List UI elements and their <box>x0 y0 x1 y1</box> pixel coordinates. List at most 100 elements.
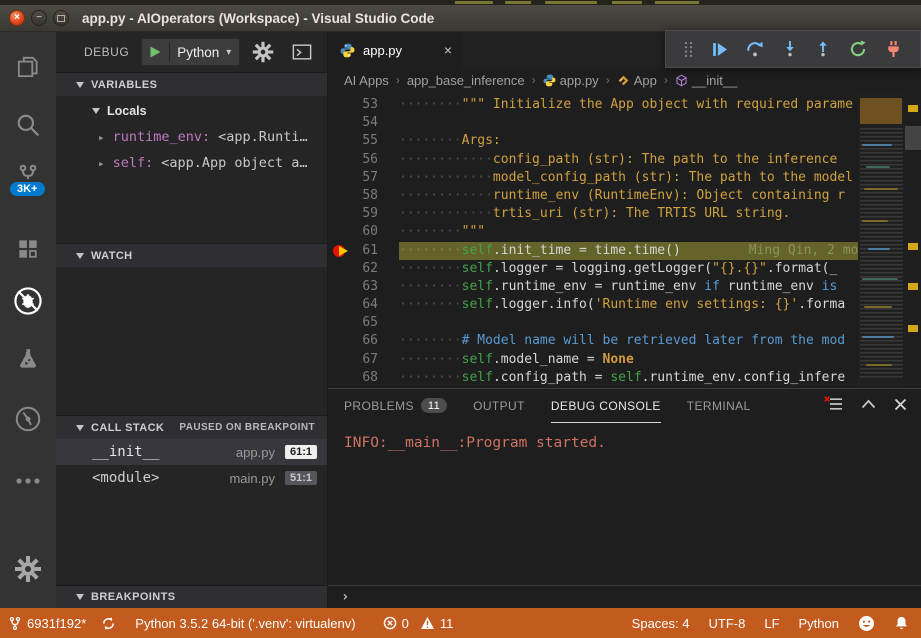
variable-row[interactable]: ▸self:<app.App object a… <box>56 150 327 176</box>
debug-console-input[interactable]: › <box>328 585 921 608</box>
stack-frame-row[interactable]: __init__app.py61:1 <box>56 439 327 465</box>
line-number[interactable]: 58 <box>328 187 399 205</box>
sync-item[interactable] <box>101 616 116 631</box>
feedback-smiley-icon[interactable] <box>858 615 875 632</box>
line-number[interactable]: 60 <box>328 223 399 241</box>
close-panel-icon[interactable] <box>894 398 907 411</box>
code-line[interactable]: 56············config_path (str): The pat… <box>328 151 858 169</box>
language-mode-item[interactable]: Python <box>799 616 839 631</box>
overview-ruler[interactable] <box>905 92 921 388</box>
tab-debug-console[interactable]: DEBUG CONSOLE <box>551 389 661 423</box>
explorer-icon[interactable] <box>0 46 56 88</box>
code-line[interactable]: 55········Args: <box>328 132 858 150</box>
breadcrumb-method[interactable]: __init__ <box>675 73 738 88</box>
tab-terminal[interactable]: TERMINAL <box>687 389 751 423</box>
maximize-window-icon[interactable] <box>53 10 69 26</box>
variable-row[interactable]: ▸runtime_env:<app.Runti… <box>56 124 327 150</box>
debug-icon[interactable] <box>0 280 56 322</box>
whitespace-dots: ············ <box>399 151 493 169</box>
code-token: self <box>462 296 493 314</box>
expand-icon[interactable]: ▸ <box>98 157 105 170</box>
locals-scope-row[interactable]: Locals <box>56 98 327 124</box>
notifications-bell-icon[interactable] <box>894 615 909 631</box>
disconnect-icon[interactable] <box>885 41 902 58</box>
breadcrumb-class[interactable]: App <box>617 73 657 88</box>
line-number[interactable]: 62 <box>328 260 399 278</box>
breakpoints-section-header[interactable]: BREAKPOINTS <box>56 585 327 608</box>
tab-app-py[interactable]: app.py × <box>328 32 462 68</box>
tab-close-icon[interactable]: × <box>444 42 452 58</box>
continue-icon[interactable] <box>711 41 728 58</box>
code-line[interactable]: 66········# Model name will be retrieved… <box>328 332 858 350</box>
line-number[interactable]: 64 <box>328 296 399 314</box>
code-line[interactable]: 60········""" <box>328 223 858 241</box>
stack-frame-row[interactable]: <module>main.py51:1 <box>56 465 327 491</box>
step-out-icon[interactable] <box>815 40 831 58</box>
scrollbar-thumb[interactable] <box>905 126 921 150</box>
code-line[interactable]: 57············model_config_path (str): T… <box>328 169 858 187</box>
chevron-right-icon: › <box>532 73 536 87</box>
code-line[interactable]: 68········self.config_path = self.runtim… <box>328 369 858 387</box>
code-token: is <box>822 278 838 296</box>
encoding-item[interactable]: UTF-8 <box>709 616 746 631</box>
watch-section-header[interactable]: WATCH <box>56 243 327 267</box>
step-into-icon[interactable] <box>782 40 798 58</box>
code-line[interactable]: 67········self.model_name = None <box>328 351 858 369</box>
timer-extension-icon[interactable] <box>0 398 56 440</box>
errors-warnings-item[interactable]: 0 11 <box>383 616 454 631</box>
settings-gear-icon[interactable] <box>0 548 56 590</box>
frame-position-badge: 51:1 <box>285 471 317 485</box>
test-beaker-icon[interactable] <box>0 338 56 380</box>
maximize-panel-icon[interactable] <box>861 399 876 409</box>
eol-item[interactable]: LF <box>764 616 779 631</box>
tab-problems[interactable]: PROBLEMS 11 <box>344 389 447 423</box>
debug-console-toggle-icon[interactable] <box>292 43 312 61</box>
git-branch-item[interactable]: 6931f192* <box>8 616 86 631</box>
close-window-icon[interactable]: × <box>9 10 25 26</box>
line-number[interactable]: 59 <box>328 205 399 223</box>
breadcrumb-folder[interactable]: AI Apps <box>344 73 389 88</box>
line-number[interactable]: 54 <box>328 114 399 132</box>
code-line[interactable]: 65 <box>328 314 858 332</box>
line-number[interactable]: 63 <box>328 278 399 296</box>
step-over-icon[interactable] <box>746 40 764 58</box>
tab-output[interactable]: OUTPUT <box>473 389 525 423</box>
code-line[interactable]: 64········self.logger.info('Runtime env … <box>328 296 858 314</box>
code-editor[interactable]: 53········""" Initialize the App object … <box>328 92 921 388</box>
code-line[interactable]: 58············runtime_env (RuntimeEnv): … <box>328 187 858 205</box>
current-line-arrow-icon <box>339 246 348 256</box>
search-icon[interactable] <box>0 104 56 146</box>
line-number[interactable]: 57 <box>328 169 399 187</box>
line-number[interactable]: 68 <box>328 369 399 387</box>
code-line[interactable]: 53········""" Initialize the App object … <box>328 96 858 114</box>
prompt-chevron-icon: › <box>341 589 349 605</box>
minimap[interactable] <box>858 92 905 388</box>
line-number[interactable]: 56 <box>328 151 399 169</box>
indentation-item[interactable]: Spaces: 4 <box>632 616 690 631</box>
restart-icon[interactable] <box>849 40 867 58</box>
python-interpreter-item[interactable]: Python 3.5.2 64-bit ('.venv': virtualenv… <box>135 616 355 631</box>
code-line[interactable]: 62········self.logger = logging.getLogge… <box>328 260 858 278</box>
minimize-window-icon[interactable]: − <box>31 10 47 26</box>
call-stack-section-header[interactable]: CALL STACK PAUSED ON BREAKPOINT <box>56 415 327 439</box>
toolbar-grip[interactable] <box>684 41 693 58</box>
debug-settings-gear-icon[interactable] <box>252 41 274 63</box>
line-number[interactable]: 53 <box>328 96 399 114</box>
code-line[interactable]: 61········self.init_time = time.time()Mi… <box>328 242 858 260</box>
line-number[interactable]: 67 <box>328 351 399 369</box>
code-line[interactable]: 59············trtis_uri (str): The TRTIS… <box>328 205 858 223</box>
launch-config-dropdown[interactable]: Python ▾ <box>141 38 240 66</box>
line-number[interactable]: 65 <box>328 314 399 332</box>
line-number[interactable]: 66 <box>328 332 399 350</box>
line-number[interactable]: 55 <box>328 132 399 150</box>
code-line[interactable]: 63········self.runtime_env = runtime_env… <box>328 278 858 296</box>
variables-section-header[interactable]: VARIABLES <box>56 72 327 96</box>
expand-icon[interactable]: ▸ <box>98 131 105 144</box>
more-views-icon[interactable] <box>0 460 56 502</box>
code-line-content: ········# Model name will be retrieved l… <box>399 332 858 350</box>
breadcrumb-file[interactable]: app.py <box>543 73 599 88</box>
breadcrumb-folder[interactable]: app_base_inference <box>407 73 525 88</box>
clear-console-icon[interactable] <box>824 396 843 412</box>
extensions-icon[interactable] <box>0 228 56 270</box>
code-line[interactable]: 54 <box>328 114 858 132</box>
